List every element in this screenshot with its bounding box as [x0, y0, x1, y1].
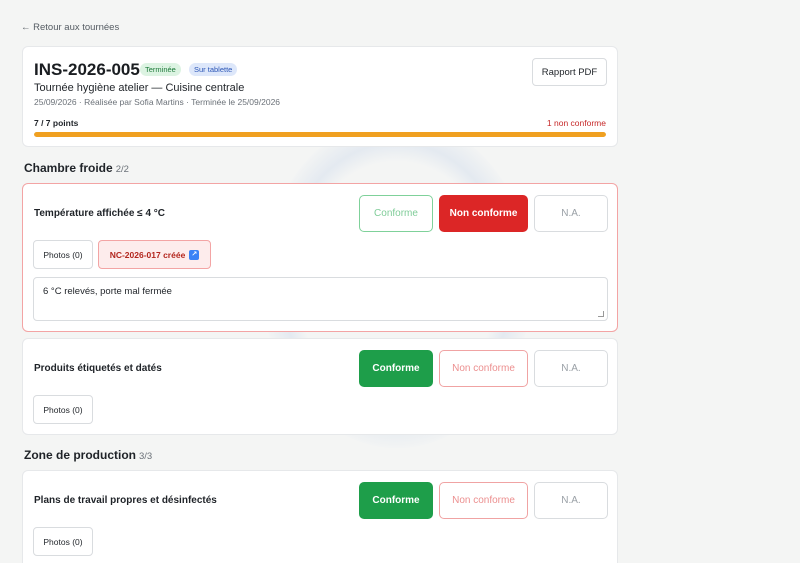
conform-button[interactable]: Conforme — [359, 482, 433, 519]
section-title-text: Zone de production — [24, 448, 136, 462]
section-title-zone-production: Zone de production 3/3 — [24, 448, 152, 462]
device-badge: Sur tablette — [189, 63, 238, 76]
back-to-tours-link[interactable]: ← Retour aux tournées — [21, 22, 119, 33]
progress-label: 7 / 7 points — [34, 118, 79, 128]
comment-field[interactable]: 6 °C relevés, porte mal fermée — [33, 277, 608, 321]
checklist-item-temperature: Température affichée ≤ 4 °C Conforme Non… — [22, 183, 618, 332]
item-label: Température affichée ≤ 4 °C — [34, 208, 166, 219]
progress-bar — [34, 132, 606, 137]
comment-text: 6 °C relevés, porte mal fermée — [43, 286, 172, 297]
item-label: Produits étiquetés et datés — [34, 363, 162, 374]
inspection-header-card: INS-2026-005 Terminée Sur tablette Tourn… — [22, 46, 618, 147]
na-button[interactable]: N.A. — [534, 482, 608, 519]
na-button[interactable]: N.A. — [534, 195, 608, 232]
checklist-item-worktops: Plans de travail propres et désinfectés … — [22, 470, 618, 563]
photos-button[interactable]: Photos (0) — [33, 240, 93, 269]
nonconformity-link[interactable]: NC-2026-017 créée ↗ — [98, 240, 211, 269]
photos-button[interactable]: Photos (0) — [33, 395, 93, 424]
section-count: 2/2 — [115, 164, 129, 175]
section-count: 3/3 — [139, 451, 153, 462]
na-button[interactable]: N.A. — [534, 350, 608, 387]
nonconform-count: 1 non conforme — [546, 118, 606, 128]
item-label: Plans de travail propres et désinfectés — [34, 495, 217, 506]
section-title-chambre-froide: Chambre froide 2/2 — [24, 161, 129, 175]
checklist-item-labels: Produits étiquetés et datés Conforme Non… — [22, 338, 618, 435]
photos-button[interactable]: Photos (0) — [33, 527, 93, 556]
inspection-title: Tournée hygiène atelier — Cuisine centra… — [34, 82, 245, 94]
nonconform-button[interactable]: Non conforme — [439, 482, 528, 519]
nonconform-button[interactable]: Non conforme — [439, 195, 528, 232]
pdf-report-button[interactable]: Rapport PDF — [532, 58, 607, 86]
inspection-id: INS-2026-005 — [34, 60, 140, 79]
external-link-icon: ↗ — [189, 249, 200, 260]
progress-bar-fill — [34, 132, 606, 137]
conform-button[interactable]: Conforme — [359, 195, 433, 232]
status-badge: Terminée — [140, 63, 181, 76]
nonconform-button[interactable]: Non conforme — [439, 350, 528, 387]
inspection-meta: 25/09/2026 · Réalisée par Sofia Martins … — [34, 97, 281, 107]
section-title-text: Chambre froide — [24, 161, 113, 175]
conform-button[interactable]: Conforme — [359, 350, 433, 387]
resize-handle-icon[interactable] — [598, 311, 604, 317]
nonconformity-link-label: NC-2026-017 créée — [109, 249, 186, 260]
